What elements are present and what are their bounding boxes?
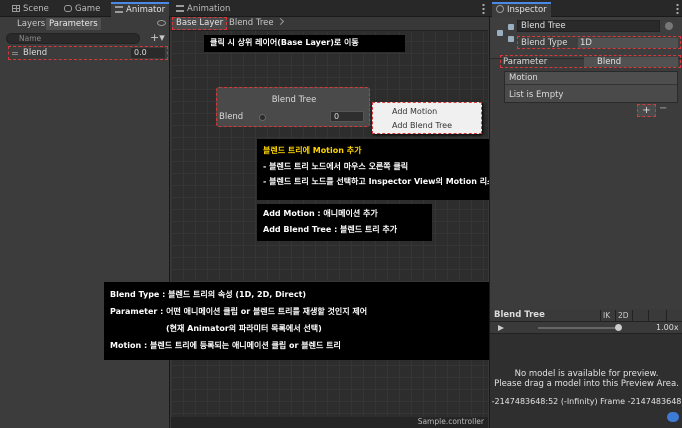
slot-connector-icon[interactable] <box>259 114 266 121</box>
blend-type-row: Blend Type 1D <box>517 36 681 49</box>
eye-icon[interactable] <box>157 20 166 26</box>
node-parameter-value[interactable]: 0 <box>330 111 364 122</box>
motion-list: Motion List is Empty <box>504 71 678 103</box>
info-icon <box>496 5 504 13</box>
add-motion-button[interactable]: + <box>637 104 656 117</box>
preview-title: Blend Tree <box>494 310 545 320</box>
speed-value: 1.00x <box>656 323 679 332</box>
playback-bar: 1.00x <box>490 322 682 334</box>
animator-menu-icon[interactable] <box>482 3 485 14</box>
blend-type-dropdown[interactable]: 1D <box>578 38 678 48</box>
help-icon[interactable] <box>665 22 673 30</box>
parameter-name: Blend <box>23 48 48 58</box>
parameter-dropdown[interactable]: Blend <box>584 57 678 67</box>
remove-motion-button[interactable]: − <box>659 103 667 114</box>
grid-icon <box>12 5 20 12</box>
preview-frame-readout: -2147483648:52 (-Infinity) Frame -214748… <box>491 397 682 406</box>
inspector-panel: Blend Tree Blend Type 1D Parameter Blend… <box>489 17 682 428</box>
tab-parameters[interactable]: Parameters <box>46 18 101 30</box>
inspector-header: Blend Tree Blend Type 1D <box>490 17 682 59</box>
parameter-label: Parameter <box>503 57 548 67</box>
blend-tree-icon <box>497 24 515 42</box>
speed-slider[interactable] <box>538 327 618 329</box>
preview-toolbar: Blend Tree IK 2D <box>490 309 682 322</box>
tab-inspector[interactable]: Inspector <box>492 2 551 17</box>
menu-item-add-blend-tree[interactable]: Add Blend Tree <box>392 121 452 130</box>
annotation-line: Motion : 블렌드 트리에 등록되는 애니메이션 클립 or 블렌드 트리 <box>110 341 341 350</box>
breadcrumb-base-layer[interactable]: Base Layer <box>172 17 228 30</box>
tab-game[interactable]: Game <box>60 2 104 17</box>
annotation-breadcrumb: 클릭 시 상위 레이어(Base Layer)로 이동 <box>204 35 405 52</box>
annotation-line: Parameter : 어떤 애니메이션 클립 or 블렌드 트리를 재생할 것… <box>110 307 368 316</box>
tab-animation[interactable]: Animation <box>172 2 234 17</box>
breadcrumb-blend-tree[interactable]: Blend Tree <box>229 18 283 28</box>
tab-layers[interactable]: Layers <box>14 18 48 30</box>
annotation-line: (현재 Animator의 파라미터 목록에서 선택) <box>166 324 322 333</box>
pivot-icon[interactable] <box>632 310 644 321</box>
drag-handle-icon[interactable] <box>12 52 18 55</box>
parameters-panel: Layers Parameters Name +▾ Blend 0.0 <box>0 17 170 428</box>
panel-subtabs: Layers Parameters <box>0 17 170 31</box>
breadcrumb: Base Layer Blend Tree <box>171 17 488 31</box>
context-menu: Add Motion Add Blend Tree <box>372 102 482 134</box>
node-title: Blend Tree <box>271 95 317 105</box>
play-icon[interactable] <box>498 325 504 331</box>
parameter-row: Parameter Blend <box>500 55 681 68</box>
status-bar: Sample.controller <box>171 417 488 428</box>
2d-toggle[interactable]: 2D <box>615 310 631 321</box>
menu-item-add-motion[interactable]: Add Motion <box>392 107 437 116</box>
preview-area[interactable]: Blend Tree IK 2D 1.00x No model is avail… <box>490 309 682 428</box>
motion-list-empty: List is Empty <box>509 90 564 100</box>
speed-slider-handle[interactable] <box>615 324 622 331</box>
parameter-row-blend[interactable]: Blend 0.0 <box>8 46 168 60</box>
annotation-line: Add Blend Tree : 블렌드 트리 추가 <box>263 225 398 234</box>
preview-badge-icon[interactable] <box>667 412 679 422</box>
controller-filename: Sample.controller <box>417 417 484 426</box>
parameter-value-field[interactable]: 0.0 <box>131 48 165 58</box>
name-field[interactable]: Blend Tree <box>517 20 660 32</box>
preview-message: No model is available for preview. Pleas… <box>494 369 679 389</box>
gamepad-icon <box>64 5 72 12</box>
annotation-line: Add Motion : 애니메이션 추가 <box>263 209 378 218</box>
parameter-search-input[interactable]: Name <box>6 33 140 44</box>
preview-menu-icon[interactable] <box>666 310 676 321</box>
annotation-line: Blend Type : 블렌드 트리의 속성 (1D, 2D, Direct) <box>110 290 307 299</box>
blend-tree-node[interactable]: Blend Tree Blend 0 <box>216 87 370 127</box>
inspector-menu-icon[interactable] <box>676 3 679 14</box>
tab-scene[interactable]: Scene <box>8 2 53 17</box>
blend-type-label: Blend Type <box>521 38 568 48</box>
motion-list-header: Motion <box>505 72 677 85</box>
ik-toggle[interactable]: IK <box>600 310 612 321</box>
window-tab-strip: Scene Game Animator Animation Inspector <box>0 0 682 17</box>
add-parameter-button[interactable]: +▾ <box>150 31 165 44</box>
animator-icon <box>115 6 123 13</box>
tab-animator[interactable]: Animator <box>111 2 170 17</box>
node-parameter-label: Blend <box>219 112 244 122</box>
animation-icon <box>176 5 184 12</box>
annotation-properties: Blend Type : 블렌드 트리의 속성 (1D, 2D, Direct)… <box>104 282 492 360</box>
avatar-icon[interactable] <box>648 310 660 321</box>
annotation-menu-items: Add Motion : 애니메이션 추가 Add Blend Tree : 블… <box>257 204 432 241</box>
